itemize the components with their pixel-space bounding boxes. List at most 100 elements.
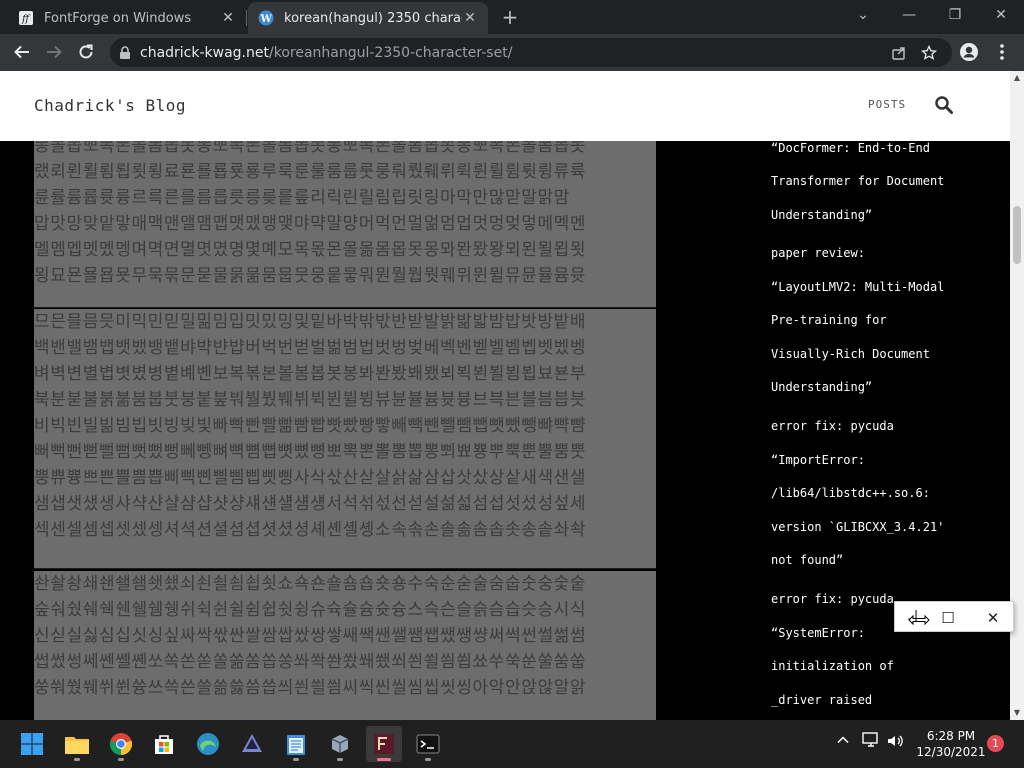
taskbar-clock[interactable]: 6:28 PM 12/30/2021: [915, 728, 987, 760]
scroll-up-arrow-icon[interactable]: ▲: [1010, 71, 1024, 85]
forward-arrow-icon[interactable]: [42, 40, 66, 64]
running-indicator: [425, 758, 431, 761]
recent-post-link[interactable]: Understanding”: [771, 208, 872, 222]
page-content: 뽕뽈뽑뽀뽁뽄뽈뽐뽑뽓뽕뽀뽁뽄뽈뽐뽑뽓뽕뽀뽁뽄뽈뽐뽑뽓뽕뽀뽁뽄뽈뽐뽑뽓 랬뢰뢴뢸룀…: [0, 141, 1010, 720]
nav-posts-link[interactable]: POSTS: [868, 98, 906, 111]
glyph-row: 섹센셀셈셉셋셌셍셔셕션셜셤셥셧셨셩셰셴셸솅소속솎손솔솖솜솝솟송솥솨솩: [34, 520, 587, 540]
taskbar: 6:28 PM 12/30/2021 1: [0, 720, 1024, 768]
tab-title: korean(hangul) 2350 character se: [284, 10, 462, 26]
more-menu-icon[interactable]: [990, 40, 1014, 64]
fontforge-favicon-icon: ff: [18, 10, 34, 26]
glyph-row: 썹썼썽쎄쎈쎌쏀쏘쏙쏜쏟쏠쏢쏨쏩쏭쏴쏵쏸쐈쐐쐤쐬쐰쐴쐼쐽쑈쑤쑥쑨쑬쑴쑵: [34, 652, 587, 672]
virtualbox-icon[interactable]: [322, 726, 358, 762]
recent-post-link[interactable]: version `GLIBCXX_3.4.21': [771, 520, 944, 534]
recent-post-link[interactable]: /lib64/libstdc++.so.6:: [771, 486, 930, 500]
recent-post-link[interactable]: Understanding”: [771, 380, 872, 394]
restore-button[interactable]: ❐: [932, 0, 978, 30]
recent-post-link[interactable]: error fix: pycuda: [771, 419, 894, 433]
windows-start-icon[interactable]: [14, 726, 50, 762]
tab-title: FontForge on Windows: [44, 10, 192, 26]
scrollbar-thumb[interactable]: [1013, 206, 1021, 264]
recent-post-link[interactable]: “ImportError:: [771, 453, 865, 467]
clock-time: 6:28 PM: [926, 729, 976, 743]
glyph-row: 묑묘묜묠묩묫무묵묶문묻물묽묾뭄뭅뭇뭉뭍뭏뭐뭔뭘뭡뭣뭬뮈뮌뮐뮤뮨뮬뮴뮷: [34, 266, 587, 286]
recent-post-link[interactable]: error fix: pycuda: [771, 592, 894, 606]
glyph-row: 쑹쒀쒔쒜쒸쒼쓩쓰쓱쓴쓸쓺쓿씀씁씌씐씔씜씨씩씬씰씸씹씻씽아악안앉않알앍: [34, 678, 587, 698]
back-arrow-icon[interactable]: [10, 40, 34, 64]
network-icon[interactable]: [862, 732, 880, 752]
glyph-row: 뽕뽈뽑뽀뽁뽄뽈뽐뽑뽓뽕뽀뽁뽄뽈뽐뽑뽓뽕뽀뽁뽄뽈뽐뽑뽓뽕뽀뽁뽄뽈뽐뽑뽓: [34, 141, 587, 156]
profile-avatar-icon[interactable]: [957, 40, 981, 64]
recent-post-link[interactable]: paper review:: [771, 246, 865, 260]
resize-cursor-icon: [908, 610, 930, 626]
volume-icon[interactable]: [886, 733, 904, 753]
microsoft-store-icon[interactable]: [146, 726, 182, 762]
edge-canary-icon[interactable]: [190, 726, 226, 762]
recent-post-link[interactable]: Transformer for Document: [771, 174, 944, 188]
notification-badge[interactable]: 1: [987, 735, 1004, 752]
glyph-row: 므믄믈믐믓미믹민믿밀밂밈밉밋밌밍및밑바박밖밗반받발밝밞밟밤밥밧방밭배: [34, 312, 587, 332]
tab-strip: ff FontForge on Windows ✕ W korean(hangu…: [0, 0, 1024, 34]
maximize-button[interactable]: ☐: [928, 602, 968, 633]
bookmark-star-icon[interactable]: [920, 44, 938, 62]
floating-window-titlebar[interactable]: — ☐ ✕: [894, 601, 1014, 632]
tab-separator: [246, 10, 247, 26]
site-title-link[interactable]: Chadrick's Blog: [34, 96, 186, 115]
recent-post-link[interactable]: “DocFormer: End-to-End: [771, 141, 930, 155]
close-tab-icon[interactable]: ✕: [462, 10, 478, 26]
reload-icon[interactable]: [74, 40, 98, 64]
glyph-row: 륜률륨륩륫륭르륵른를름릅릇릉릊릍릎리릭린릴림립릿링마막만많맏말맑맘: [34, 188, 570, 208]
minimize-button[interactable]: —: [886, 0, 932, 30]
recent-post-link[interactable]: Pre-training for: [771, 313, 887, 327]
running-indicator: [74, 758, 80, 761]
url-domain: chadrick-kwag.net: [140, 44, 269, 61]
site-header: Chadrick's Blog POSTS: [0, 71, 1010, 141]
tab-fontforge[interactable]: ff FontForge on Windows ✕: [8, 2, 246, 34]
notepad-icon[interactable]: [278, 726, 314, 762]
glyph-table-block: 므믄믈믐믓미믹민믿밀밂밈밉밋밌밍및밑바박밖밗반받발밝밞밟밤밥밧방밭배 백밴밸뱀뱁…: [34, 309, 656, 569]
glyph-row: 벼벽변별볍볏볐병볕볘볜보복볶본볼봄봅봇봉봐봔봤봬뵀뵈뵉뵌뵐뵘뵙뵤뵨부: [34, 364, 587, 384]
glyph-table-block: 뽕뽈뽑뽀뽁뽄뽈뽐뽑뽓뽕뽀뽁뽄뽈뽐뽑뽓뽕뽀뽁뽄뽈뽐뽑뽓뽕뽀뽁뽄뽈뽐뽑뽓 랬뢰뢴뢸룀…: [34, 141, 656, 308]
glyph-row: 맙맛망맞맡맣매맥맨맬맴맵맷맸맹맺먀먁먈먕머먹먼멀멂멈멉멋멍멎멓메멕멘: [34, 214, 587, 234]
tab-korean-hangul[interactable]: W korean(hangul) 2350 character se ✕: [248, 2, 488, 34]
recent-post-link[interactable]: Visually-Rich Document: [771, 347, 930, 361]
glyph-row: 숲숴쉈쉐쉑쉔쉘쉠쉥쉬쉭쉰쉴쉼쉽쉿슁슈슉슐슘슛슝스슥슨슬슭슴습슷승시식: [34, 600, 587, 620]
glyph-row: 북분붇불붉붊붐붑붓붕붙붚붜붤붰붸뷔뷕뷘뷜뷩뷰뷴뷸븀븃븅브븍븐블븜븝븟: [34, 390, 587, 410]
file-explorer-icon[interactable]: [59, 726, 95, 762]
recent-post-link[interactable]: _driver raised: [771, 693, 872, 707]
screen: ff FontForge on Windows ✕ W korean(hangu…: [0, 0, 1024, 768]
glyph-row: 멜멤멥멧멨멩며멱면멸몃몄명몇몌모목몫몬몰몲몸몹못몽뫄뫈뫘뫙뫼묀묄묍묏: [34, 240, 587, 260]
running-indicator: [118, 758, 124, 761]
url-path: /koreanhangul-2350-character-set/: [269, 44, 513, 61]
glyph-row: 랬뢰뢴뢸룀룁룃룅료룐룔룝룟룡루룩룬룰룸룹룻룽뤄뤘뤠뤼뤽륀륄륌륏륑류륙: [34, 162, 587, 182]
browser-toolbar: chadrick-kwag.net/koreanhangul-2350-char…: [0, 34, 1024, 71]
close-button[interactable]: ✕: [973, 602, 1013, 633]
recent-post-link[interactable]: “SystemError:: [771, 626, 865, 640]
running-indicator: [337, 758, 343, 761]
scroll-down-arrow-icon[interactable]: ▼: [1010, 706, 1024, 720]
lock-icon[interactable]: [110, 45, 140, 60]
glyph-row: 뿡쀼쁑쁘쁜쁠쁨쁩삐삑삔삘삠삡삣삥사삭삯산삳살삵삶삼삽삿샀상샅새색샌샐: [34, 468, 587, 488]
recent-post-link[interactable]: initialization of: [771, 659, 894, 673]
search-icon[interactable]: [934, 95, 954, 115]
glyph-table-block: 솬솰솽쇄쇈쇌쇔쇗쇘쇠쇤쇨쇰쇱쇳쇼쇽숀숄숌숍숏숑수숙순숟술숨숩숫숭숯숱 숲숴쉈쉐쉑…: [34, 571, 656, 720]
share-icon[interactable]: [890, 44, 908, 62]
address-bar[interactable]: chadrick-kwag.net/koreanhangul-2350-char…: [110, 38, 952, 67]
chrome-icon[interactable]: [103, 726, 139, 762]
wordpress-favicon-icon: W: [258, 10, 274, 26]
glyph-row: 비빅빈빌빎빔빕빗빙빚빛빠빡빤빨빪빰빱빳빴빵빻빼빽뺀뺄뺌뺍뺏뺐뺑뺘뺙뺨: [34, 416, 587, 436]
glyph-row: 샘샙샛샜생샤샥샨샬샴샵샷샹섀섄섈섐섕서석섞섟선섣설섦섧섬섭섯섰성섶세: [34, 494, 587, 514]
terminal-icon[interactable]: [410, 726, 446, 762]
show-hidden-icons-chevron-icon[interactable]: [836, 733, 850, 751]
tab-search-icon[interactable]: ⌄: [840, 0, 886, 30]
close-tab-icon[interactable]: ✕: [220, 10, 236, 26]
inkscape-icon[interactable]: [234, 726, 270, 762]
running-indicator: [293, 758, 299, 761]
fontforge-icon[interactable]: [366, 726, 402, 762]
recent-post-link[interactable]: “LayoutLMV2: Multi-Modal: [771, 280, 944, 294]
active-indicator: [377, 758, 391, 761]
close-window-button[interactable]: ✕: [978, 0, 1024, 30]
new-tab-button[interactable]: +: [498, 6, 522, 28]
recent-post-link[interactable]: not found”: [771, 553, 843, 567]
glyph-row: 신싣실싫심십싯싱싶싸싹싻싼쌀쌈쌉쌌쌍쌓쌔쌕쌘쌜쌤쌥쌨쌩썅써썩썬썰썲썸: [34, 626, 587, 646]
